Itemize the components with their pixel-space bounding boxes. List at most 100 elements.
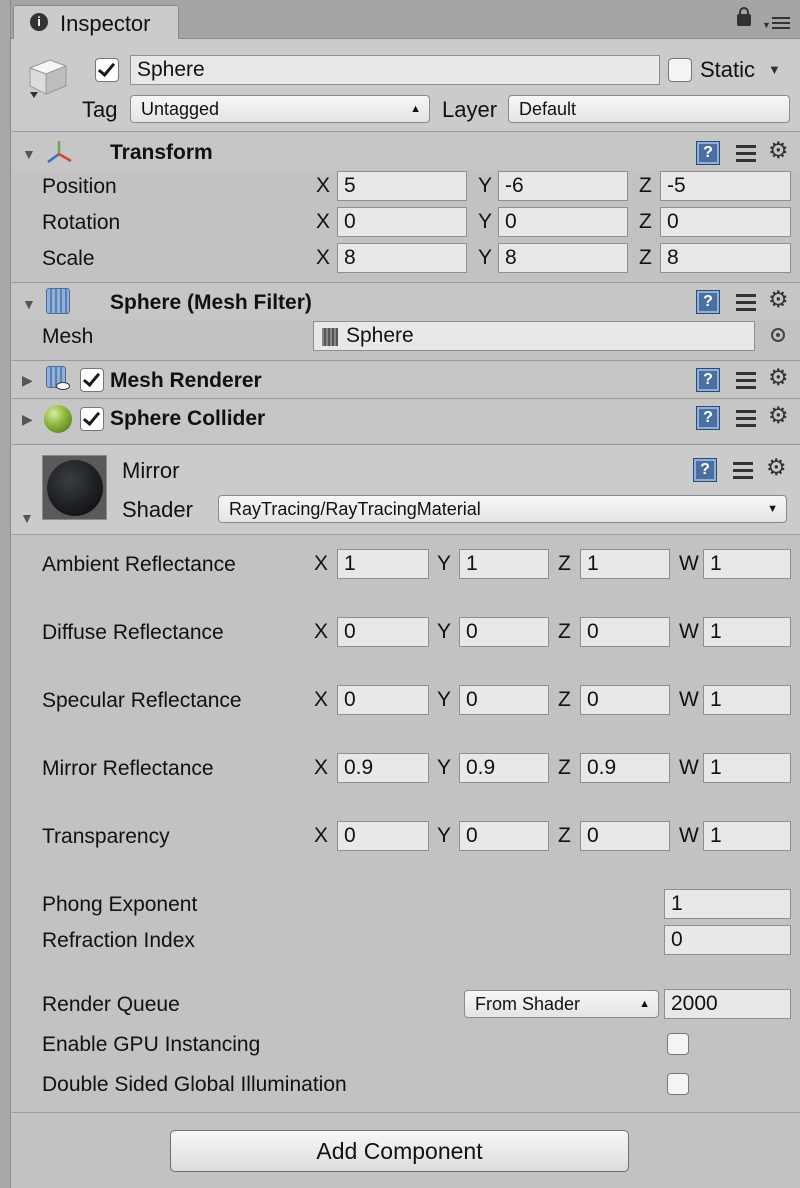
- render-queue-label: Render Queue: [42, 993, 180, 1016]
- gpu-instancing-checkbox[interactable]: [667, 1033, 689, 1055]
- render-queue-dropdown[interactable]: From Shader ▲: [464, 990, 659, 1018]
- rotation-x-field[interactable]: 0: [337, 207, 467, 237]
- axis-x-label[interactable]: X: [316, 243, 330, 273]
- rotation-z-field[interactable]: 0: [660, 207, 791, 237]
- foldout-collapsed-icon[interactable]: ▶: [22, 372, 33, 389]
- axis-x-label[interactable]: X: [314, 821, 328, 851]
- axis-z-label[interactable]: Z: [558, 549, 571, 579]
- gear-icon[interactable]: ⚙: [766, 456, 787, 479]
- vector-z-field[interactable]: 0: [580, 821, 670, 851]
- object-picker-icon[interactable]: [771, 328, 785, 342]
- sphere-collider-enabled-checkbox[interactable]: [80, 407, 104, 431]
- gear-icon[interactable]: ⚙: [768, 404, 789, 427]
- lock-icon[interactable]: [737, 7, 751, 26]
- presets-icon[interactable]: [731, 458, 755, 482]
- axis-z-label[interactable]: Z: [639, 171, 652, 201]
- vector-w-field[interactable]: 1: [703, 549, 791, 579]
- vector-w-field[interactable]: 1: [703, 821, 791, 851]
- layer-dropdown[interactable]: Default: [508, 95, 790, 123]
- axis-y-label[interactable]: Y: [478, 171, 492, 201]
- axis-y-label[interactable]: Y: [437, 549, 451, 579]
- help-icon[interactable]: ?: [696, 368, 720, 392]
- axis-z-label[interactable]: Z: [639, 243, 652, 273]
- vector-x-field[interactable]: 0: [337, 617, 429, 647]
- axis-y-label[interactable]: Y: [437, 685, 451, 715]
- vector-y-field[interactable]: 0: [459, 617, 549, 647]
- vector-x-field[interactable]: 1: [337, 549, 429, 579]
- axis-x-label[interactable]: X: [314, 549, 328, 579]
- add-component-button[interactable]: Add Component: [170, 1130, 629, 1172]
- vector-w-field[interactable]: 1: [703, 753, 791, 783]
- phong-field[interactable]: 1: [664, 889, 791, 919]
- axis-z-label[interactable]: Z: [558, 753, 571, 783]
- vector-x-field[interactable]: 0: [337, 685, 429, 715]
- axis-z-label[interactable]: Z: [558, 821, 571, 851]
- axis-w-label[interactable]: W: [679, 821, 699, 851]
- tag-dropdown[interactable]: Untagged ▲: [130, 95, 430, 123]
- tab-inspector[interactable]: i Inspector: [13, 5, 179, 40]
- static-dropdown-icon[interactable]: ▼: [768, 62, 781, 77]
- vector-y-field[interactable]: 1: [459, 549, 549, 579]
- double-sided-checkbox[interactable]: [667, 1073, 689, 1095]
- position-z-field[interactable]: -5: [660, 171, 791, 201]
- axis-w-label[interactable]: W: [679, 617, 699, 647]
- foldout-expanded-icon[interactable]: ▼: [22, 146, 36, 162]
- vector-w-field[interactable]: 1: [703, 617, 791, 647]
- axis-y-label[interactable]: Y: [437, 821, 451, 851]
- mesh-object-field[interactable]: Sphere: [313, 321, 755, 351]
- position-y-field[interactable]: -6: [498, 171, 628, 201]
- gear-icon[interactable]: ⚙: [768, 288, 789, 311]
- axis-z-label[interactable]: Z: [558, 617, 571, 647]
- menu-icon[interactable]: ▼: [762, 16, 790, 30]
- vector-z-field[interactable]: 0: [580, 685, 670, 715]
- axis-x-label[interactable]: X: [314, 753, 328, 783]
- axis-x-label[interactable]: X: [314, 617, 328, 647]
- refraction-field[interactable]: 0: [664, 925, 791, 955]
- scale-y-field[interactable]: 8: [498, 243, 628, 273]
- scale-x-field[interactable]: 8: [337, 243, 467, 273]
- foldout-expanded-icon[interactable]: ▼: [20, 510, 34, 526]
- presets-icon[interactable]: [734, 406, 758, 430]
- axis-y-label[interactable]: Y: [437, 617, 451, 647]
- scale-z-field[interactable]: 8: [660, 243, 791, 273]
- vector-y-field[interactable]: 0: [459, 821, 549, 851]
- help-icon[interactable]: ?: [696, 290, 720, 314]
- presets-icon[interactable]: [734, 368, 758, 392]
- static-checkbox[interactable]: [668, 58, 692, 82]
- vector-z-field[interactable]: 0: [580, 617, 670, 647]
- gameobject-active-checkbox[interactable]: [95, 58, 119, 82]
- axis-w-label[interactable]: W: [679, 549, 699, 579]
- shader-dropdown[interactable]: RayTracing/RayTracingMaterial ▼: [218, 495, 787, 523]
- help-icon[interactable]: ?: [696, 406, 720, 430]
- vector-y-field[interactable]: 0: [459, 685, 549, 715]
- axis-y-label[interactable]: Y: [478, 207, 492, 237]
- presets-icon[interactable]: [734, 290, 758, 314]
- axis-w-label[interactable]: W: [679, 685, 699, 715]
- gameobject-name-input[interactable]: Sphere: [130, 55, 660, 85]
- gear-icon[interactable]: ⚙: [768, 366, 789, 389]
- axis-z-label[interactable]: Z: [558, 685, 571, 715]
- axis-y-label[interactable]: Y: [478, 243, 492, 273]
- mesh-renderer-enabled-checkbox[interactable]: [80, 368, 104, 392]
- vector-z-field[interactable]: 1: [580, 549, 670, 579]
- render-queue-field[interactable]: 2000: [664, 989, 791, 1019]
- axis-y-label[interactable]: Y: [437, 753, 451, 783]
- axis-x-label[interactable]: X: [316, 207, 330, 237]
- vector-x-field[interactable]: 0: [337, 821, 429, 851]
- axis-w-label[interactable]: W: [679, 753, 699, 783]
- vector-x-field[interactable]: 0.9: [337, 753, 429, 783]
- position-x-field[interactable]: 5: [337, 171, 467, 201]
- axis-z-label[interactable]: Z: [639, 207, 652, 237]
- help-icon[interactable]: ?: [693, 458, 717, 482]
- foldout-expanded-icon[interactable]: ▼: [22, 296, 36, 312]
- vector-z-field[interactable]: 0.9: [580, 753, 670, 783]
- help-icon[interactable]: ?: [696, 141, 720, 165]
- vector-y-field[interactable]: 0.9: [459, 753, 549, 783]
- axis-x-label[interactable]: X: [316, 171, 330, 201]
- rotation-y-field[interactable]: 0: [498, 207, 628, 237]
- axis-x-label[interactable]: X: [314, 685, 328, 715]
- gear-icon[interactable]: ⚙: [768, 139, 789, 162]
- foldout-collapsed-icon[interactable]: ▶: [22, 411, 33, 428]
- presets-icon[interactable]: [734, 141, 758, 165]
- vector-w-field[interactable]: 1: [703, 685, 791, 715]
